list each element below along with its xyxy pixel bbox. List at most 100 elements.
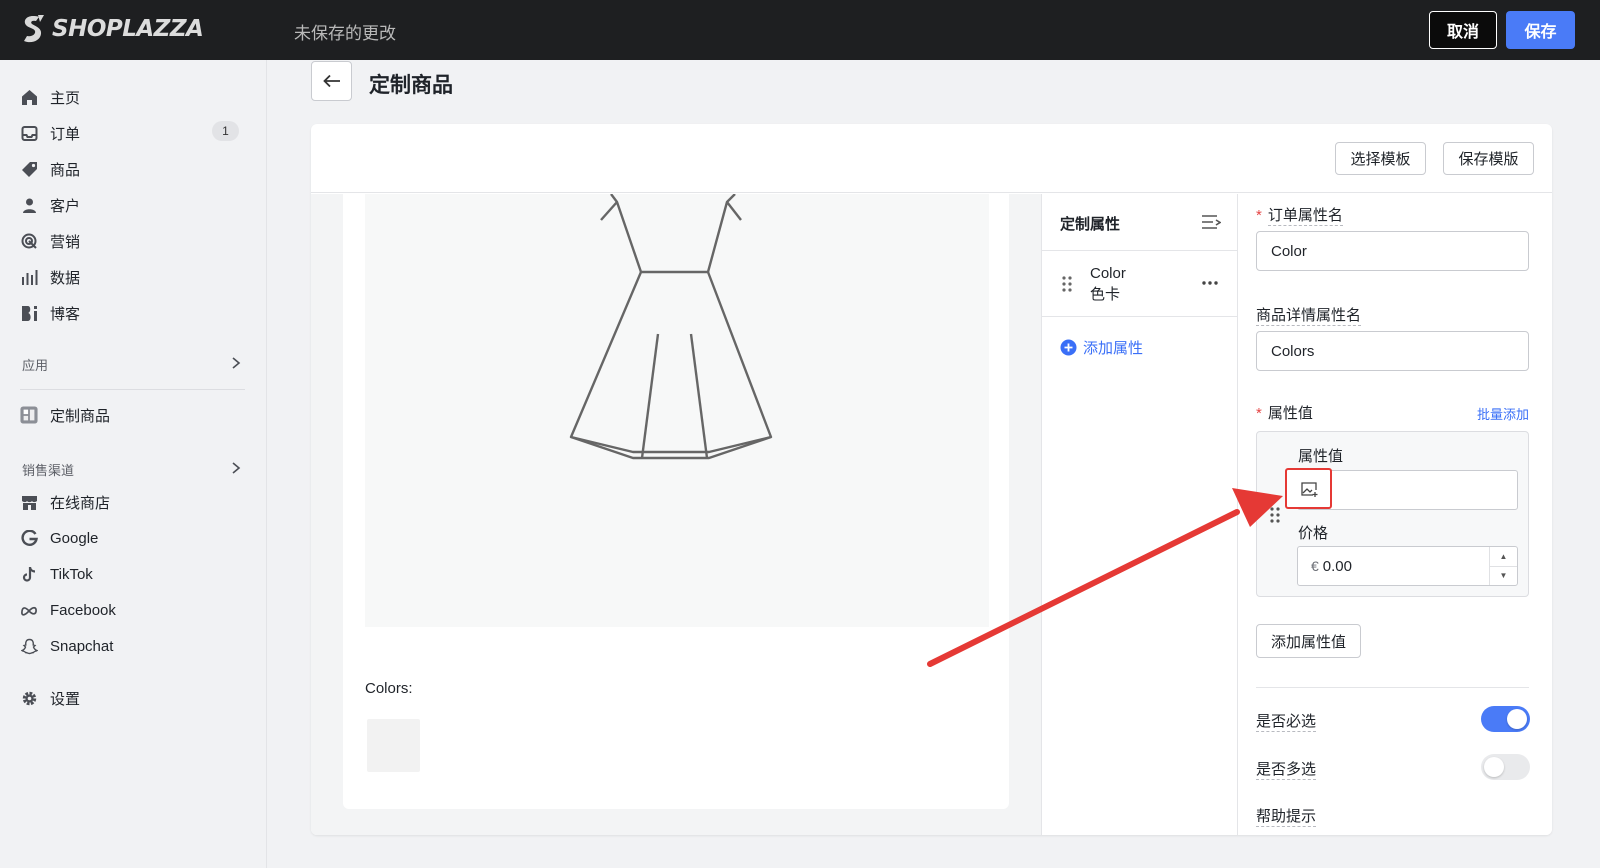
sidebar-item-label: Facebook — [50, 601, 116, 619]
multi-select-toggle[interactable] — [1481, 754, 1530, 780]
page-title: 定制商品 — [369, 74, 453, 97]
sidebar-item-online-store[interactable]: 在线商店 — [20, 489, 110, 515]
apps-section-label: 应用 — [22, 358, 49, 373]
add-attribute-button[interactable]: 添加属性 — [1060, 337, 1143, 358]
attribute-item-title: Color — [1090, 265, 1126, 282]
chevron-right-icon[interactable] — [231, 461, 241, 475]
color-swatch[interactable] — [367, 719, 420, 772]
batch-add-link[interactable]: 批量添加 — [1477, 404, 1529, 423]
price-value: 0.00 — [1322, 557, 1352, 575]
stepper-down-icon[interactable]: ▼ — [1490, 567, 1517, 586]
chevron-right-icon[interactable] — [231, 356, 241, 370]
drag-handle-icon[interactable] — [1062, 276, 1072, 292]
more-options-icon[interactable] — [1202, 281, 1218, 285]
attribute-list-panel: 定制属性 Color 色卡 添加属性 — [1041, 194, 1238, 835]
sidebar-item-settings[interactable]: 设置 — [20, 685, 80, 711]
sidebar-item-label: 订单 — [50, 125, 81, 143]
help-hint-label: 帮助提示 — [1256, 808, 1317, 827]
price-field-label: 价格 — [1298, 525, 1329, 542]
required-toggle[interactable] — [1481, 706, 1530, 732]
orders-count-badge: 1 — [212, 121, 239, 141]
drag-handle-icon[interactable] — [1269, 506, 1281, 524]
sales-channels-label: 销售渠道 — [22, 463, 75, 478]
custom-product-editor: 选择模板 保存模版 Colors: 定制属性 Color 色卡 添加属性 * 订… — [311, 124, 1552, 835]
gear-icon — [20, 689, 38, 707]
product-canvas[interactable] — [365, 193, 989, 627]
price-input[interactable]: € 0.00 ▲ ▼ — [1297, 546, 1518, 586]
order-attr-input[interactable]: Color — [1256, 231, 1529, 271]
shoplazza-logo[interactable]: SHOPLAZZA — [20, 14, 204, 44]
sidebar-item-blog[interactable]: 博客 — [20, 300, 80, 326]
cancel-button[interactable]: 取消 — [1429, 11, 1497, 49]
image-add-icon — [1300, 481, 1317, 497]
sidebar-item-label: 在线商店 — [50, 494, 111, 512]
currency-symbol: € — [1311, 558, 1319, 574]
sidebar: 主页 订单 1 商品 客户 营销 数据 博客 应用 定制商品 销售渠道 在线商店… — [0, 60, 267, 868]
snapchat-icon — [20, 637, 38, 655]
attribute-list-header: 定制属性 — [1042, 194, 1238, 251]
dress-outline-image — [569, 193, 773, 460]
sidebar-item-tiktok[interactable]: TikTok — [20, 561, 93, 587]
blog-icon — [20, 304, 38, 322]
target-icon — [20, 232, 38, 250]
sidebar-item-label: 博客 — [50, 305, 81, 323]
attr-value-row: 属性值 价格 € 0.00 ▲ ▼ — [1256, 431, 1529, 597]
form-divider — [1256, 687, 1529, 688]
inbox-icon — [20, 124, 38, 142]
unsaved-changes-text: 未保存的更改 — [294, 24, 396, 43]
custom-product-app-icon — [20, 406, 38, 424]
save-button[interactable]: 保存 — [1506, 11, 1575, 49]
multi-select-toggle-label: 是否多选 — [1256, 761, 1317, 780]
sidebar-item-label: 客户 — [50, 197, 81, 215]
select-template-button[interactable]: 选择模板 — [1335, 142, 1426, 175]
add-attr-value-button[interactable]: 添加属性值 — [1256, 624, 1361, 658]
preview-panel: Colors: — [343, 193, 1009, 809]
sidebar-item-label: 主页 — [50, 89, 81, 107]
stepper-up-icon[interactable]: ▲ — [1490, 547, 1517, 567]
sidebar-divider — [20, 389, 245, 390]
price-stepper[interactable]: ▲ ▼ — [1489, 547, 1517, 585]
sidebar-item-label: Snapchat — [50, 637, 114, 655]
sidebar-item-custom-product[interactable]: 定制商品 — [20, 402, 110, 428]
upload-image-button[interactable] — [1285, 468, 1332, 509]
google-icon — [20, 529, 38, 547]
top-bar: SHOPLAZZA 未保存的更改 取消 保存 — [0, 0, 1600, 60]
required-toggle-label: 是否必选 — [1256, 713, 1317, 732]
sidebar-item-google[interactable]: Google — [20, 525, 98, 551]
attribute-item-subtitle: 色卡 — [1090, 286, 1121, 303]
bar-chart-icon — [20, 268, 38, 286]
sidebar-item-home[interactable]: 主页 — [20, 84, 80, 110]
sidebar-item-snapchat[interactable]: Snapchat — [20, 633, 113, 659]
colors-preview-label: Colors: — [365, 680, 413, 697]
home-icon — [20, 88, 38, 106]
sidebar-item-analytics[interactable]: 数据 — [20, 264, 80, 290]
sidebar-item-facebook[interactable]: Facebook — [20, 597, 116, 623]
tag-icon — [20, 160, 38, 178]
sidebar-item-products[interactable]: 商品 — [20, 156, 80, 182]
sidebar-item-label: 设置 — [50, 690, 81, 708]
sidebar-item-customers[interactable]: 客户 — [20, 192, 80, 218]
back-button[interactable] — [311, 61, 352, 101]
add-attribute-label: 添加属性 — [1083, 340, 1144, 357]
logo-text: SHOPLAZZA — [52, 16, 204, 42]
attribute-item[interactable]: Color 色卡 — [1042, 251, 1238, 317]
detail-attr-input[interactable]: Colors — [1256, 331, 1529, 371]
tiktok-icon — [20, 565, 38, 583]
shoplazza-logo-icon — [24, 15, 44, 43]
person-icon — [20, 196, 38, 214]
detail-attr-label: 商品详情属性名 — [1256, 307, 1362, 326]
sort-list-icon[interactable] — [1201, 214, 1221, 230]
preview-area: Colors: — [311, 193, 1041, 835]
editor-toolbar: 选择模板 保存模版 — [311, 124, 1552, 193]
sidebar-item-label: TikTok — [50, 565, 93, 583]
sidebar-item-label: 数据 — [50, 269, 81, 287]
sidebar-item-label: 营销 — [50, 233, 81, 251]
plus-circle-icon — [1060, 339, 1077, 356]
sidebar-item-orders[interactable]: 订单 — [20, 120, 80, 146]
sidebar-item-label: 商品 — [50, 161, 81, 179]
save-template-button[interactable]: 保存模版 — [1443, 142, 1534, 175]
sidebar-item-marketing[interactable]: 营销 — [20, 228, 80, 254]
attr-value-input[interactable] — [1285, 468, 1518, 510]
attribute-list-title: 定制属性 — [1060, 216, 1121, 233]
attribute-settings-form: * 订单属性名 Color 商品详情属性名 Colors * 属性值 批量添加 属性… — [1238, 194, 1552, 835]
